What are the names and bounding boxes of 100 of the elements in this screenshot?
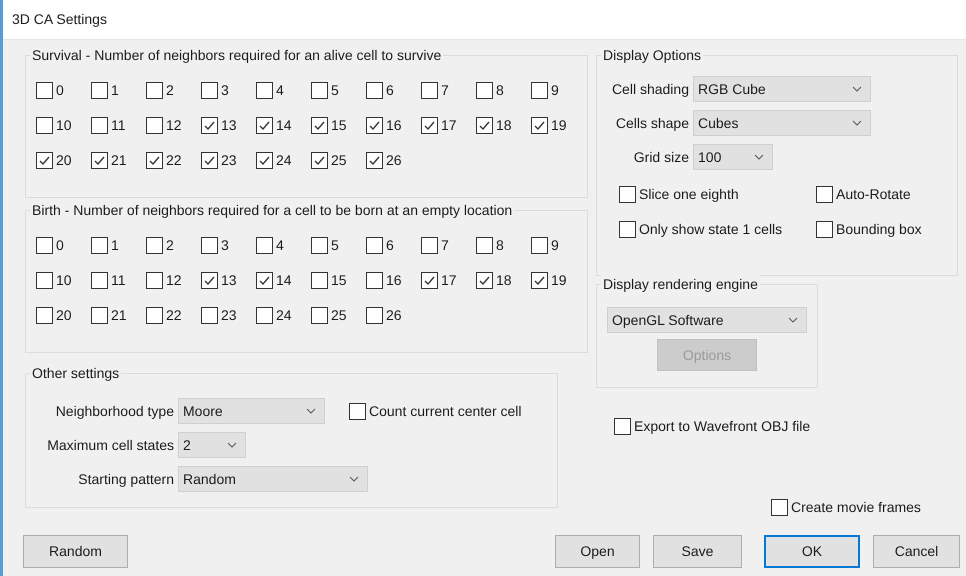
checkbox-label[interactable]: 21 — [111, 305, 127, 326]
checkbox[interactable] — [36, 237, 53, 254]
checkbox[interactable] — [366, 152, 383, 169]
checkbox[interactable] — [311, 117, 328, 134]
checkbox[interactable] — [91, 237, 108, 254]
checkbox-label[interactable]: 11 — [111, 115, 126, 136]
checkbox-label[interactable]: 9 — [551, 235, 559, 256]
dialog-button[interactable]: Cancel — [873, 535, 960, 568]
checkbox-label[interactable]: 25 — [331, 305, 347, 326]
checkbox[interactable] — [311, 272, 328, 289]
checkbox[interactable] — [311, 237, 328, 254]
checkbox[interactable] — [349, 402, 366, 420]
checkbox-label[interactable]: 14 — [276, 270, 292, 291]
dropdown[interactable]: Random — [178, 466, 368, 492]
checkbox[interactable] — [256, 237, 273, 254]
checkbox-label[interactable]: Slice one eighth — [639, 184, 739, 205]
checkbox-label[interactable]: 19 — [551, 115, 567, 136]
checkbox[interactable] — [531, 237, 548, 254]
checkbox[interactable] — [366, 117, 383, 134]
checkbox-label[interactable]: 18 — [496, 270, 512, 291]
checkbox-label[interactable]: 6 — [386, 235, 394, 256]
checkbox-label[interactable]: 6 — [386, 80, 394, 101]
checkbox[interactable] — [614, 418, 631, 435]
checkbox[interactable] — [91, 272, 108, 289]
checkbox-label[interactable]: 24 — [276, 305, 292, 326]
checkbox[interactable] — [421, 272, 438, 289]
dropdown[interactable]: RGB Cube — [693, 76, 871, 102]
checkbox[interactable] — [311, 152, 328, 169]
checkbox-label[interactable]: 12 — [166, 115, 182, 136]
checkbox[interactable] — [816, 186, 833, 203]
checkbox[interactable] — [476, 272, 493, 289]
checkbox-label[interactable]: 9 — [551, 80, 559, 101]
checkbox-label[interactable]: 19 — [551, 270, 567, 291]
dropdown[interactable]: Cubes — [693, 110, 871, 136]
checkbox-label[interactable]: 5 — [331, 235, 339, 256]
checkbox-label[interactable]: 25 — [331, 150, 347, 171]
checkbox-label[interactable]: 10 — [56, 115, 72, 136]
checkbox[interactable] — [146, 272, 163, 289]
checkbox-label[interactable]: 13 — [221, 270, 237, 291]
checkbox[interactable] — [256, 307, 273, 324]
checkbox-label[interactable]: Create movie frames — [791, 497, 921, 518]
checkbox[interactable] — [91, 307, 108, 324]
checkbox-label[interactable]: 8 — [496, 80, 504, 101]
dropdown[interactable]: 2 — [178, 432, 246, 458]
checkbox[interactable] — [201, 152, 218, 169]
checkbox-label[interactable]: 26 — [386, 305, 402, 326]
checkbox[interactable] — [201, 82, 218, 99]
checkbox[interactable] — [366, 307, 383, 324]
checkbox[interactable] — [91, 82, 108, 99]
checkbox-label[interactable]: 4 — [276, 80, 284, 101]
checkbox[interactable] — [146, 307, 163, 324]
checkbox-label[interactable]: 0 — [56, 80, 64, 101]
checkbox[interactable] — [531, 117, 548, 134]
checkbox[interactable] — [476, 237, 493, 254]
checkbox[interactable] — [421, 117, 438, 134]
checkbox-label[interactable]: 16 — [386, 115, 402, 136]
checkbox[interactable] — [36, 117, 53, 134]
checkbox[interactable] — [36, 307, 53, 324]
checkbox[interactable] — [146, 117, 163, 134]
checkbox[interactable] — [256, 82, 273, 99]
checkbox[interactable] — [531, 82, 548, 99]
checkbox[interactable] — [366, 82, 383, 99]
checkbox[interactable] — [36, 82, 53, 99]
checkbox[interactable] — [201, 272, 218, 289]
dialog-button[interactable]: Open — [555, 535, 640, 568]
checkbox-label[interactable]: 7 — [441, 235, 449, 256]
checkbox[interactable] — [816, 221, 833, 238]
checkbox[interactable] — [201, 307, 218, 324]
checkbox-label[interactable]: 26 — [386, 150, 402, 171]
checkbox[interactable] — [146, 237, 163, 254]
dialog-button[interactable]: Random — [23, 535, 128, 568]
checkbox-label[interactable]: 2 — [166, 80, 174, 101]
checkbox[interactable] — [531, 272, 548, 289]
checkbox[interactable] — [256, 272, 273, 289]
checkbox-label[interactable]: Export to Wavefront OBJ file — [634, 416, 810, 437]
checkbox-label[interactable]: 15 — [331, 115, 347, 136]
checkbox[interactable] — [311, 307, 328, 324]
checkbox[interactable] — [36, 272, 53, 289]
checkbox-label[interactable]: 20 — [56, 150, 72, 171]
checkbox-label[interactable]: 1 — [111, 235, 119, 256]
checkbox[interactable] — [476, 117, 493, 134]
checkbox[interactable] — [421, 82, 438, 99]
checkbox[interactable] — [619, 221, 636, 238]
checkbox-label[interactable]: 17 — [441, 270, 457, 291]
checkbox-label[interactable]: 10 — [56, 270, 72, 291]
checkbox-label[interactable]: Count current center cell — [369, 400, 522, 422]
checkbox-label[interactable]: 22 — [166, 305, 182, 326]
checkbox-label[interactable]: 24 — [276, 150, 292, 171]
checkbox-label[interactable]: 3 — [221, 235, 229, 256]
dropdown[interactable]: OpenGL Software — [607, 307, 807, 333]
dropdown[interactable]: 100 — [693, 144, 773, 170]
checkbox-label[interactable]: 1 — [111, 80, 119, 101]
checkbox[interactable] — [91, 152, 108, 169]
checkbox[interactable] — [771, 499, 788, 516]
checkbox-label[interactable]: 23 — [221, 305, 237, 326]
checkbox[interactable] — [476, 82, 493, 99]
checkbox-label[interactable]: 15 — [331, 270, 347, 291]
checkbox-label[interactable]: 20 — [56, 305, 72, 326]
checkbox-label[interactable]: 8 — [496, 235, 504, 256]
checkbox[interactable] — [421, 237, 438, 254]
